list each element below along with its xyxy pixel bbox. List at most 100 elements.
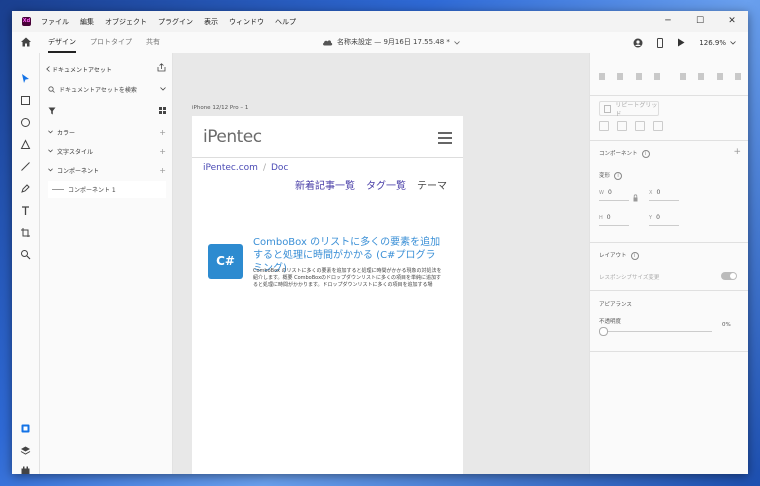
hamburger-menu-icon[interactable] <box>438 132 452 144</box>
opacity-value[interactable]: 0% <box>722 322 731 328</box>
align-right-icon[interactable] <box>716 72 724 81</box>
chevron-left-icon[interactable] <box>46 66 50 72</box>
property-inspector: リピートグリッド コンポーネント i + 変形 i W0 X0 H0 Y 0 レ… <box>589 53 748 474</box>
height-field[interactable]: H0 <box>599 214 629 226</box>
article-thumbnail[interactable]: C# <box>208 244 243 279</box>
select-tool-icon[interactable] <box>20 73 31 84</box>
rectangle-tool-icon[interactable] <box>20 95 31 106</box>
align-top-icon[interactable] <box>598 72 606 81</box>
nav-theme[interactable]: テーマ <box>417 177 447 192</box>
tab-share[interactable]: 共有 <box>146 32 160 53</box>
chevron-down-icon <box>48 149 53 153</box>
artboard-tool-icon[interactable] <box>20 227 31 238</box>
section-colors[interactable]: カラー + <box>48 126 166 138</box>
line-tool-icon[interactable] <box>20 161 31 172</box>
opacity-slider-track[interactable] <box>604 331 712 332</box>
nav-tag-list[interactable]: タグ一覧 <box>366 177 406 192</box>
document-title[interactable]: 名称未設定 — 9月16日 17.55.48 * <box>322 32 460 53</box>
play-icon[interactable] <box>677 38 685 47</box>
section-text-styles[interactable]: 文字スタイル + <box>48 145 166 157</box>
lock-aspect-icon[interactable] <box>633 194 638 202</box>
site-logo[interactable]: iPentec <box>203 127 262 147</box>
grid-view-icon[interactable] <box>159 107 166 114</box>
asset-search[interactable]: ドキュメントアセットを検索 <box>48 82 166 96</box>
section-label: コンポーネント <box>57 167 100 175</box>
x-value[interactable]: 0 <box>656 189 660 196</box>
close-button[interactable]: ✕ <box>716 11 748 32</box>
repeat-grid-icon <box>604 104 612 113</box>
add-component-button[interactable]: + <box>733 147 741 157</box>
field-underline <box>649 225 679 226</box>
repeat-grid-button[interactable]: リピートグリッド <box>599 101 659 118</box>
add-color-button[interactable]: + <box>159 128 166 137</box>
pen-tool-icon[interactable] <box>20 183 31 194</box>
align-left-icon[interactable] <box>679 72 687 81</box>
breadcrumb-doc[interactable]: Doc <box>271 163 288 173</box>
artboard[interactable]: iPentec iPentec.com / Doc 新着記事一覧 タグ一覧 テーマ … <box>192 116 463 474</box>
menu-view[interactable]: 表示 <box>204 17 218 27</box>
add-component-button[interactable]: + <box>159 166 166 175</box>
section-components[interactable]: コンポーネント + <box>48 164 166 176</box>
align-center-icon[interactable] <box>697 72 705 81</box>
width-value[interactable]: 0 <box>608 189 612 196</box>
mode-tabs: デザイン プロトタイプ 共有 <box>48 32 174 53</box>
menu-edit[interactable]: 編集 <box>80 17 94 27</box>
intersect-icon[interactable] <box>635 121 645 131</box>
field-underline <box>599 200 629 201</box>
width-field[interactable]: W0 <box>599 189 629 201</box>
distribute-horizontal-icon[interactable] <box>734 72 742 81</box>
exclude-icon[interactable] <box>653 121 663 131</box>
nav-latest-articles[interactable]: 新着記事一覧 <box>295 177 355 192</box>
layers-icon[interactable] <box>20 445 31 456</box>
divider <box>590 290 748 291</box>
responsive-resize-toggle[interactable] <box>721 272 737 280</box>
text-tool-icon[interactable] <box>20 205 31 216</box>
search-input[interactable]: ドキュメントアセットを検索 <box>59 85 137 94</box>
design-canvas[interactable]: iPhone 12/12 Pro – 1 iPentec iPentec.com… <box>173 53 589 474</box>
opacity-slider-handle[interactable] <box>599 327 608 336</box>
polygon-tool-icon[interactable] <box>20 139 31 150</box>
component-item[interactable]: コンポーネント 1 <box>48 181 166 198</box>
menu-window[interactable]: ウィンドウ <box>229 17 264 27</box>
ellipse-tool-icon[interactable] <box>20 117 31 128</box>
info-icon[interactable]: i <box>630 251 639 260</box>
filter-icon[interactable] <box>48 107 56 115</box>
assets-icon[interactable] <box>20 423 31 434</box>
user-icon[interactable] <box>633 38 643 48</box>
chevron-down-icon[interactable] <box>160 87 166 91</box>
mobile-preview-icon[interactable] <box>657 37 664 48</box>
info-icon[interactable]: i <box>641 149 650 158</box>
menu-help[interactable]: ヘルプ <box>275 17 296 27</box>
tab-design[interactable]: デザイン <box>48 32 76 53</box>
divider <box>590 242 748 243</box>
add-text-style-button[interactable]: + <box>159 147 166 156</box>
xd-window: Xd ファイル 編集 オブジェクト プラグイン 表示 ウィンドウ ヘルプ ─ ☐… <box>12 11 748 474</box>
menu-file[interactable]: ファイル <box>41 17 69 27</box>
y-value[interactable]: 0 <box>656 214 660 221</box>
align-middle-icon[interactable] <box>616 72 624 81</box>
menu-object[interactable]: オブジェクト <box>105 17 147 27</box>
info-icon[interactable]: i <box>614 171 623 180</box>
plugins-icon[interactable] <box>20 465 31 474</box>
zoom-level[interactable]: 126.9% <box>699 39 726 47</box>
export-icon[interactable] <box>157 63 166 72</box>
distribute-vertical-icon[interactable] <box>653 72 661 81</box>
y-field[interactable]: Y0 <box>649 214 679 226</box>
menu-plugins[interactable]: プラグイン <box>158 17 193 27</box>
breadcrumb-home[interactable]: iPentec.com <box>203 163 258 173</box>
zoom-tool-icon[interactable] <box>20 249 31 260</box>
minimize-button[interactable]: ─ <box>652 11 684 32</box>
artboard-label[interactable]: iPhone 12/12 Pro – 1 <box>192 105 248 111</box>
maximize-button[interactable]: ☐ <box>684 11 716 32</box>
search-icon <box>48 85 55 93</box>
align-bottom-icon[interactable] <box>635 72 643 81</box>
toolbar-right: 126.9% <box>619 32 736 53</box>
union-icon[interactable] <box>599 121 609 131</box>
tab-prototype[interactable]: プロトタイプ <box>90 32 132 53</box>
height-value[interactable]: 0 <box>607 214 611 221</box>
x-field[interactable]: X0 <box>649 189 679 201</box>
home-icon[interactable] <box>20 36 32 48</box>
repeat-grid-label: リピートグリッド <box>615 101 658 118</box>
chevron-down-icon[interactable] <box>730 40 736 45</box>
subtract-icon[interactable] <box>617 121 627 131</box>
